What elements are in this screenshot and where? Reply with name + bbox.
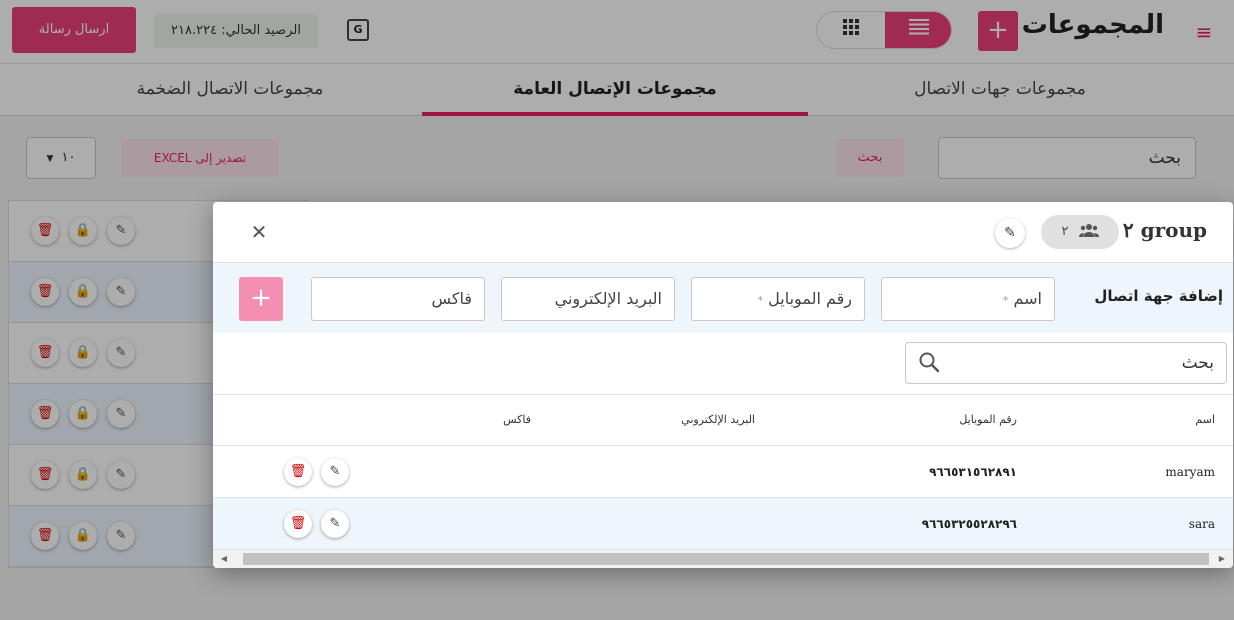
group-dialog: group ٢ ٢ ✎ ✕ إضافة جهة اتصال اسم * رقم …: [213, 202, 1233, 568]
email-placeholder: البريد الإلكتروني: [554, 289, 662, 308]
mobile-field[interactable]: رقم الموبايل *: [691, 277, 865, 321]
edit-contact-icon[interactable]: ✎: [321, 510, 349, 538]
required-mark: *: [757, 294, 764, 307]
add-contact-label: إضافة جهة اتصال: [1094, 287, 1223, 305]
contact-mobile: ٩٦٦٥٣٢٥٥٢٨٢٩٦: [921, 517, 1017, 531]
column-header-name[interactable]: اسم: [1195, 395, 1215, 447]
horizontal-scrollbar[interactable]: ◀ ▶: [213, 550, 1233, 568]
column-header-email[interactable]: البريد الإلكتروني: [681, 395, 755, 447]
contact-search[interactable]: بحث: [905, 342, 1227, 384]
scroll-right-icon[interactable]: ▶: [1213, 550, 1231, 568]
contact-mobile: ٩٦٦٥٣١٥٦٢٨٩١: [929, 465, 1017, 479]
add-contact-bar: إضافة جهة اتصال اسم * رقم الموبايل * الب…: [213, 263, 1233, 333]
scroll-left-icon[interactable]: ◀: [215, 550, 233, 568]
contact-name: maryam: [1165, 465, 1215, 479]
name-field[interactable]: اسم *: [881, 277, 1055, 321]
dialog-title: group ٢: [1122, 218, 1207, 242]
fax-field[interactable]: فاكس: [311, 277, 485, 321]
delete-contact-icon[interactable]: 🗑: [284, 510, 312, 538]
column-header-fax[interactable]: فاكس: [503, 395, 531, 447]
dialog-header: group ٢ ٢ ✎ ✕: [213, 202, 1233, 263]
required-mark: *: [1002, 294, 1009, 307]
fax-placeholder: فاكس: [431, 289, 472, 308]
add-contact-button[interactable]: +: [239, 277, 283, 321]
table-row: sara ٩٦٦٥٣٢٥٥٢٨٢٩٦ ✎ 🗑: [213, 498, 1233, 550]
contact-name: sara: [1188, 517, 1215, 531]
delete-contact-icon[interactable]: 🗑: [284, 458, 312, 486]
close-icon[interactable]: ✕: [245, 218, 273, 246]
group-people-icon: [1078, 224, 1099, 239]
mobile-placeholder: رقم الموبايل: [768, 289, 852, 308]
edit-group-icon[interactable]: ✎: [995, 218, 1025, 248]
member-count-badge: ٢: [1041, 215, 1119, 249]
email-field[interactable]: البريد الإلكتروني: [501, 277, 675, 321]
scrollbar-thumb[interactable]: [243, 553, 1209, 565]
search-icon[interactable]: [918, 351, 940, 373]
contact-search-input[interactable]: بحث: [964, 343, 1214, 383]
member-count: ٢: [1061, 224, 1069, 239]
table-row: maryam ٩٦٦٥٣١٥٦٢٨٩١ ✎ 🗑: [213, 446, 1233, 498]
edit-contact-icon[interactable]: ✎: [321, 458, 349, 486]
contacts-table-header: اسم رقم الموبايل البريد الإلكتروني فاكس: [213, 394, 1233, 446]
column-header-mobile[interactable]: رقم الموبايل: [959, 395, 1017, 447]
name-placeholder: اسم: [1013, 289, 1043, 308]
